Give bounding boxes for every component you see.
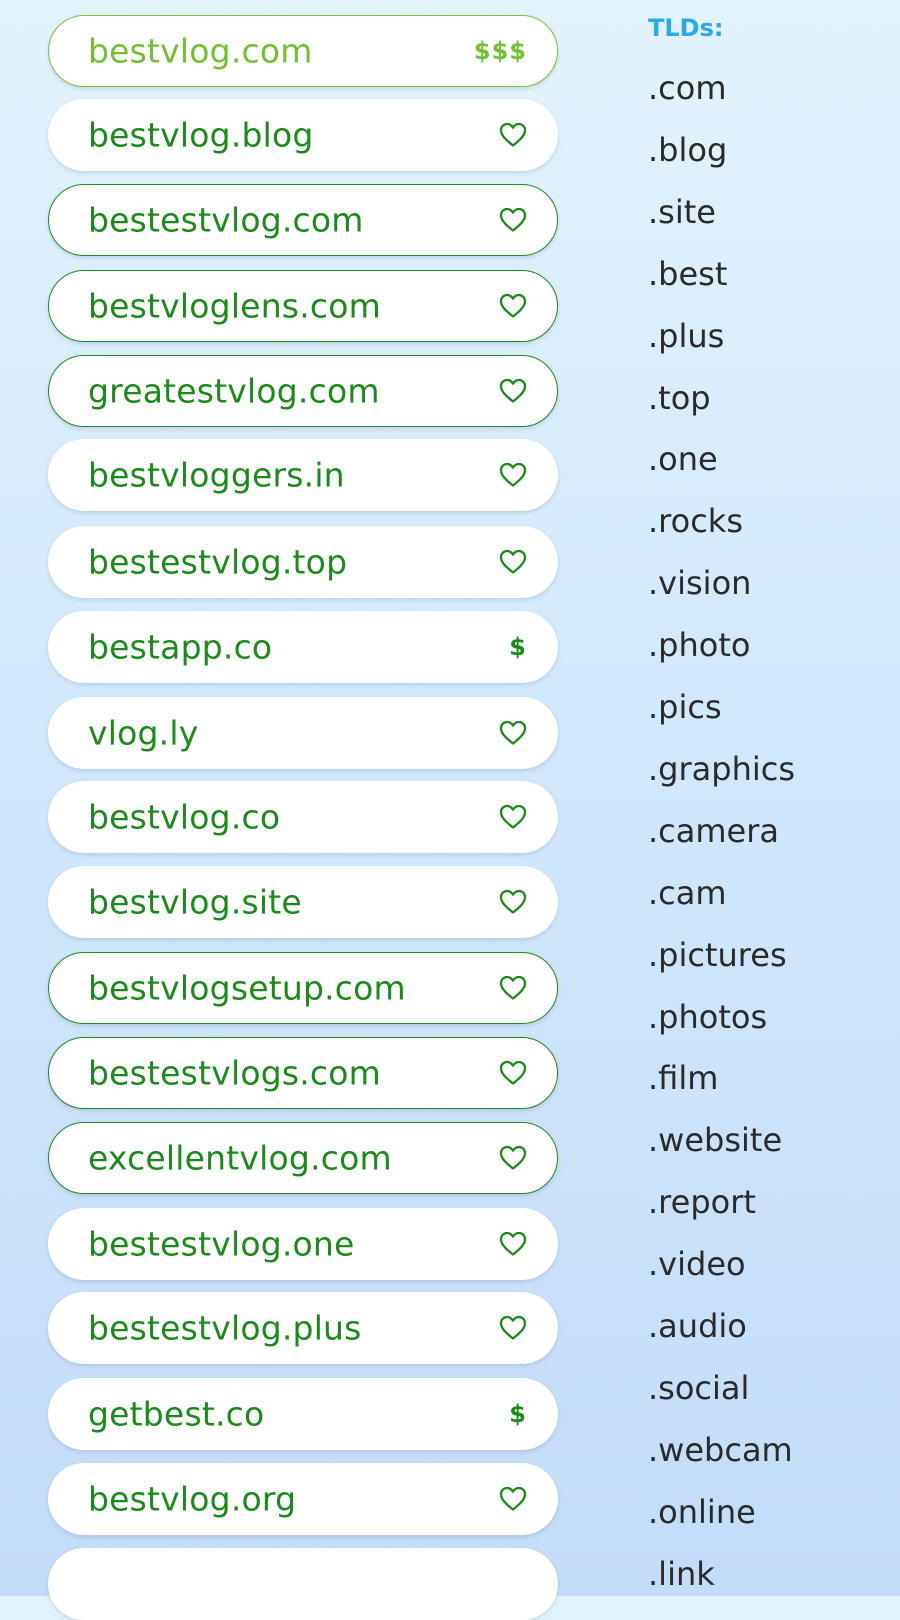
price-tag-icon: $ — [509, 1400, 527, 1428]
domain-name: bestapp.co — [88, 627, 273, 667]
domain-name: bestestvlogs.com — [88, 1053, 382, 1093]
domain-card[interactable]: getbest.co $ — [48, 1378, 558, 1450]
domain-name: greatestvlog.com — [88, 371, 380, 411]
price-tag-icon: $ — [509, 633, 527, 661]
tld-item[interactable]: .photos — [648, 997, 767, 1037]
tld-item[interactable]: .photo — [648, 625, 750, 665]
tld-item[interactable]: .top — [648, 378, 711, 418]
tld-item[interactable]: .website — [648, 1120, 782, 1160]
tld-item[interactable]: .pictures — [648, 935, 787, 975]
heart-icon[interactable] — [499, 1059, 527, 1087]
domain-card[interactable] — [48, 1548, 558, 1620]
heart-icon[interactable] — [499, 206, 527, 234]
domain-card[interactable]: bestestvlog.one — [48, 1208, 558, 1280]
domain-card[interactable]: bestestvlog.com — [48, 184, 558, 256]
domain-card[interactable]: bestvlog.blog — [48, 99, 558, 171]
tld-item[interactable]: .film — [648, 1058, 718, 1098]
domain-card[interactable]: greatestvlog.com — [48, 355, 558, 427]
domain-name: bestestvlog.plus — [88, 1308, 362, 1348]
price-tag-icon: $$$ — [473, 37, 527, 65]
tld-item[interactable]: .blog — [648, 130, 727, 170]
tld-item[interactable]: .rocks — [648, 501, 743, 541]
domain-name: bestvlog.co — [88, 797, 281, 837]
heart-icon[interactable] — [499, 292, 527, 320]
domain-card[interactable]: bestestvlog.top — [48, 526, 558, 598]
domain-name: bestvlog.org — [88, 1479, 297, 1519]
heart-icon[interactable] — [499, 121, 527, 149]
heart-icon[interactable] — [499, 1230, 527, 1258]
heart-icon[interactable] — [499, 548, 527, 576]
heart-icon[interactable] — [499, 803, 527, 831]
domain-card[interactable]: bestestvlog.plus — [48, 1292, 558, 1364]
domain-card[interactable]: bestvlogsetup.com — [48, 952, 558, 1024]
heart-icon[interactable] — [499, 377, 527, 405]
domain-card[interactable]: bestapp.co $ — [48, 611, 558, 683]
tld-item[interactable]: .link — [648, 1554, 715, 1594]
domain-card[interactable]: bestvlog.co — [48, 781, 558, 853]
domain-card[interactable]: vlog.ly — [48, 697, 558, 769]
tld-item[interactable]: .com — [648, 68, 727, 108]
tld-item[interactable]: .vision — [648, 563, 751, 603]
domain-name: bestvloggers.in — [88, 455, 345, 495]
domain-name: vlog.ly — [88, 713, 199, 753]
domain-name: bestvlogsetup.com — [88, 968, 406, 1008]
tld-item[interactable]: .video — [648, 1244, 746, 1284]
domain-name: bestestvlog.com — [88, 200, 364, 240]
tld-item[interactable]: .camera — [648, 811, 779, 851]
tld-heading: TLDs: — [648, 14, 724, 42]
domain-name: getbest.co — [88, 1394, 265, 1434]
tld-item[interactable]: .report — [648, 1182, 756, 1222]
domain-card[interactable]: bestestvlogs.com — [48, 1037, 558, 1109]
tld-item[interactable]: .audio — [648, 1306, 747, 1346]
domain-card[interactable]: bestvlog.site — [48, 866, 558, 938]
tld-item[interactable]: .plus — [648, 316, 724, 356]
domain-name: bestvlog.blog — [88, 115, 314, 155]
tld-item[interactable]: .cam — [648, 873, 727, 913]
heart-icon[interactable] — [499, 888, 527, 916]
domain-name: bestestvlog.one — [88, 1224, 355, 1264]
heart-icon[interactable] — [499, 974, 527, 1002]
tld-item[interactable]: .social — [648, 1368, 749, 1408]
heart-icon[interactable] — [499, 1144, 527, 1172]
tld-item[interactable]: .best — [648, 254, 727, 294]
domain-card[interactable]: bestvloggers.in — [48, 439, 558, 511]
heart-icon[interactable] — [499, 461, 527, 489]
tld-item[interactable]: .online — [648, 1492, 756, 1532]
domain-card[interactable]: bestvlog.org — [48, 1463, 558, 1535]
domain-card[interactable]: excellentvlog.com — [48, 1122, 558, 1194]
heart-icon[interactable] — [499, 1485, 527, 1513]
tld-item[interactable]: .pics — [648, 687, 722, 727]
tld-item[interactable]: .one — [648, 439, 718, 479]
heart-icon[interactable] — [499, 1314, 527, 1342]
domain-name: bestvlog.com — [88, 31, 313, 71]
domain-name: bestvlog.site — [88, 882, 302, 922]
domain-name: excellentvlog.com — [88, 1138, 392, 1178]
domain-card[interactable]: bestvloglens.com — [48, 270, 558, 342]
tld-item[interactable]: .site — [648, 192, 716, 232]
domain-name: bestestvlog.top — [88, 542, 348, 582]
tld-item[interactable]: .webcam — [648, 1430, 793, 1470]
heart-icon[interactable] — [499, 719, 527, 747]
tld-item[interactable]: .graphics — [648, 749, 795, 789]
domain-card[interactable]: bestvlog.com $$$ — [48, 15, 558, 87]
domain-name: bestvloglens.com — [88, 286, 381, 326]
